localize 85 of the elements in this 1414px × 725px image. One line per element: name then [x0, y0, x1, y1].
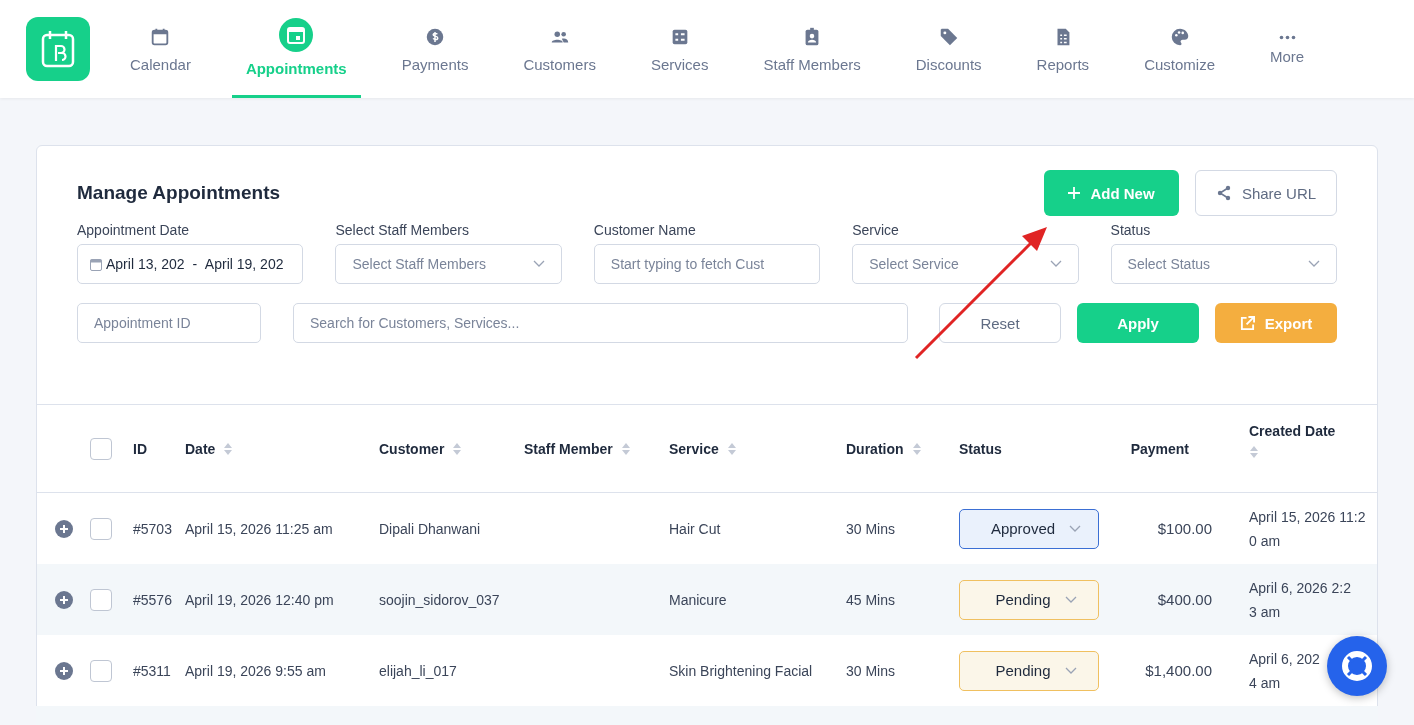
- created-date-cell-text: April 6, 2026 2:2 3 am: [1249, 578, 1351, 622]
- column-header: Created Date: [1249, 422, 1336, 439]
- id-cell-text: #5703: [133, 519, 173, 539]
- calendar-logo-icon: [40, 29, 76, 69]
- row-checkbox[interactable]: [90, 517, 112, 540]
- column-header: Status: [959, 440, 1002, 457]
- lifebuoy-icon: [1341, 650, 1373, 682]
- sort-icon[interactable]: [911, 441, 922, 456]
- service-cell-text: Hair Cut: [669, 519, 722, 539]
- duration-cell-text: 30 Mins: [846, 661, 897, 681]
- customer-name-field[interactable]: Start typing to fetch Cust: [593, 244, 821, 284]
- column-header: Customer: [379, 440, 445, 457]
- select-all-checkbox[interactable]: [90, 437, 112, 460]
- column-header: Duration: [846, 440, 904, 457]
- column-header: ID: [133, 440, 147, 457]
- payment-cell-text: $1,400.00: [1144, 662, 1213, 679]
- sort-icon[interactable]: [452, 441, 463, 456]
- nav-tab[interactable]: Staff Members: [749, 0, 875, 98]
- nav-tab[interactable]: Reports: [1022, 0, 1104, 98]
- filter-label: Customer Name: [593, 222, 697, 238]
- nav-tab[interactable]: Payments: [387, 0, 483, 98]
- date-cell-text: April 19, 2026 12:40 pm: [185, 590, 335, 610]
- external-link-icon: [1239, 315, 1255, 331]
- sort-icon[interactable]: [1249, 444, 1259, 459]
- chevron-down-icon: [1049, 260, 1062, 268]
- more-icon: [1278, 34, 1296, 40]
- nav-tab[interactable]: More: [1256, 0, 1319, 98]
- sort-icon[interactable]: [620, 441, 631, 456]
- payment-cell-text: $100.00: [1156, 520, 1213, 537]
- date-cell-text: April 15, 2026 11:25 am: [185, 519, 334, 539]
- customer-cell-text: elijah_li_017: [379, 661, 458, 681]
- share-url-button[interactable]: Share URL: [1195, 170, 1337, 216]
- duration-cell-text: 30 Mins: [846, 519, 897, 539]
- filter-label: Appointment Date: [77, 222, 191, 238]
- id-cell-text: #5576: [133, 590, 173, 610]
- app-logo[interactable]: [26, 17, 90, 81]
- nav-tab[interactable]: Customize: [1130, 0, 1229, 98]
- chevron-down-icon: [1064, 666, 1077, 675]
- date-cell-text: April 19, 2026 9:55 am: [185, 661, 327, 681]
- filter-label: Status: [1110, 222, 1152, 238]
- customer-cell-text: Dipali Dhanwani: [379, 519, 482, 539]
- filter-label: Select Staff Members: [335, 222, 470, 238]
- chevron-down-icon: [1064, 595, 1077, 604]
- column-header: Staff Member: [524, 440, 613, 457]
- row-checkbox[interactable]: [90, 659, 112, 682]
- plus-icon: [1068, 187, 1081, 199]
- column-header: Payment: [1130, 440, 1189, 457]
- calendar-icon: [90, 257, 102, 271]
- nav-tab[interactable]: Services: [636, 0, 723, 98]
- select-field[interactable]: Select Service: [852, 244, 1079, 284]
- created-date-cell-text: April 6, 202 4 am: [1249, 649, 1320, 693]
- row-checkbox[interactable]: [90, 588, 112, 611]
- expand-plus-icon[interactable]: [55, 519, 73, 538]
- id-cell-text: #5311: [133, 661, 172, 681]
- customer-cell-text: soojin_sidorov_037: [379, 590, 501, 610]
- reset-button[interactable]: Reset: [939, 303, 1061, 343]
- sort-icon[interactable]: [726, 441, 737, 456]
- search-field[interactable]: Search for Customers, Services...: [293, 303, 908, 343]
- page-title: Manage Appointments: [77, 182, 282, 204]
- sort-icon[interactable]: [223, 441, 234, 456]
- nav-tab[interactable]: Calendar: [116, 0, 205, 98]
- created-date-cell-text: April 15, 2026 11:2 0 am: [1249, 507, 1366, 551]
- expand-plus-icon[interactable]: [55, 590, 73, 609]
- status-dropdown[interactable]: Approved: [959, 508, 1099, 549]
- chevron-down-icon: [1308, 260, 1320, 268]
- service-cell-text: Manicure: [669, 590, 728, 610]
- status-dropdown[interactable]: Pending: [959, 650, 1099, 691]
- column-header: Service: [669, 440, 719, 457]
- payment-cell-text: $400.00: [1156, 591, 1213, 608]
- chevron-down-icon: [1069, 524, 1082, 533]
- date-range-field[interactable]: April 13, 202 - April 19, 202: [77, 244, 304, 284]
- service-cell-text: Skin Brightening Facial: [669, 661, 814, 681]
- select-field[interactable]: Select Staff Members: [335, 244, 562, 284]
- appointment-id-field[interactable]: Appointment ID: [77, 303, 261, 343]
- expand-plus-icon[interactable]: [55, 661, 73, 680]
- filter-label: Service: [852, 222, 900, 238]
- column-header: Date: [185, 440, 216, 457]
- nav-tab[interactable]: Customers: [509, 0, 610, 98]
- select-field[interactable]: Select Status: [1110, 244, 1337, 284]
- duration-cell-text: 45 Mins: [846, 590, 897, 610]
- status-dropdown[interactable]: Pending: [959, 579, 1099, 620]
- chevron-down-icon: [532, 260, 545, 268]
- nav-tab[interactable]: Discounts: [901, 0, 996, 98]
- share-icon: [1215, 185, 1232, 201]
- calendar-icon: [279, 18, 314, 52]
